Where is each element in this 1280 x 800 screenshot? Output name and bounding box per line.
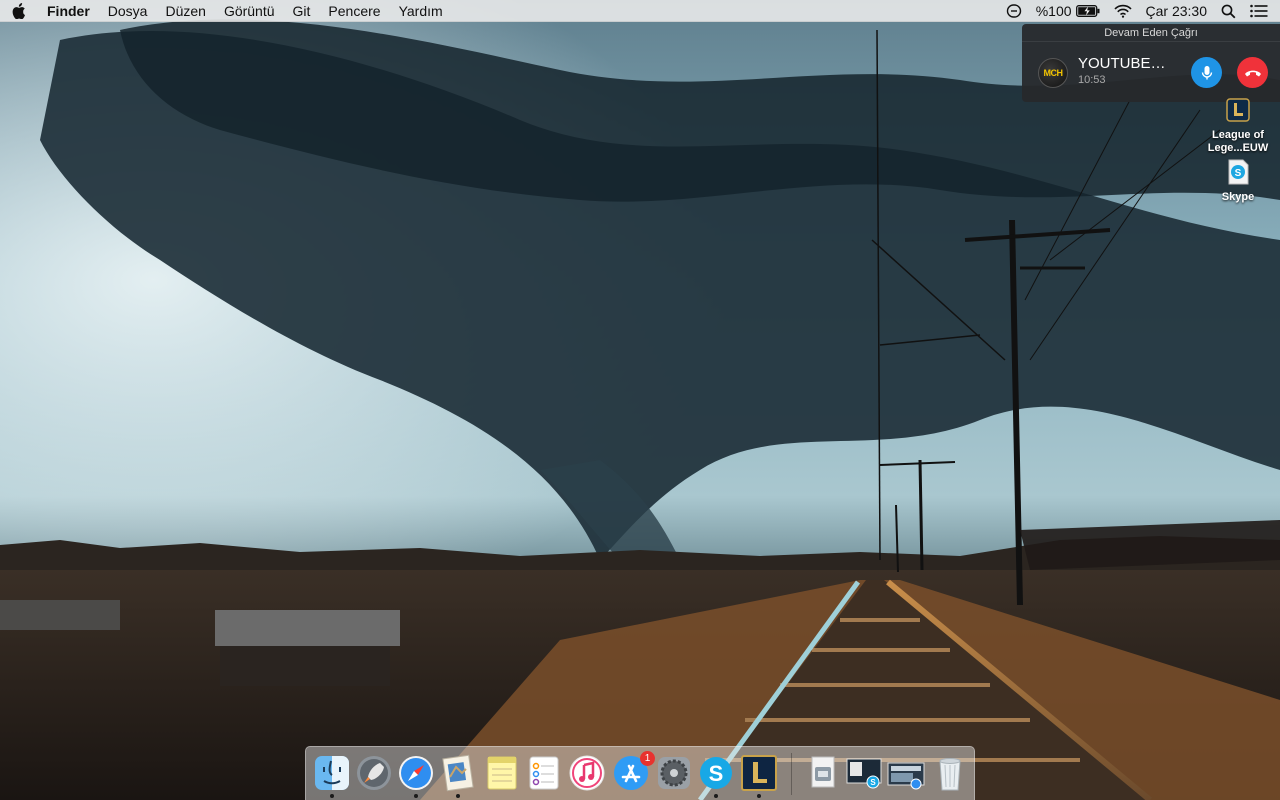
dock-reminders[interactable] — [524, 753, 564, 793]
dock-itunes[interactable] — [567, 753, 607, 793]
menu-edit[interactable]: Düzen — [156, 0, 214, 22]
caller-name: YOUTUBE… — [1078, 55, 1166, 72]
running-indicator — [330, 794, 334, 798]
trash-icon — [939, 758, 961, 791]
running-indicator — [714, 794, 718, 798]
downloads-stack-icon — [811, 756, 835, 788]
dock-separator — [791, 753, 792, 795]
desktop-icon-label: League of — [1212, 129, 1264, 141]
call-duration: 10:53 — [1078, 74, 1106, 86]
menu-go[interactable]: Git — [284, 0, 320, 22]
menu-file[interactable]: Dosya — [99, 0, 157, 22]
app-store-badge: 1 — [640, 751, 655, 766]
notes-icon — [487, 756, 517, 790]
skype-icon: S — [1228, 159, 1249, 185]
battery-charging-icon — [1075, 5, 1100, 17]
call-panel-header: Devam Eden Çağrı — [1022, 24, 1280, 42]
dock-notes[interactable] — [482, 753, 522, 793]
microphone-icon — [1201, 65, 1212, 79]
running-indicator — [414, 794, 418, 798]
dock-documents-stack[interactable] — [886, 753, 926, 793]
desktop-icon-label: Skype — [1221, 191, 1255, 203]
desktop-icon-label: Lege...EUW — [1207, 142, 1269, 154]
mail-icon — [442, 754, 474, 792]
launchpad-icon — [357, 756, 391, 790]
running-indicator — [757, 794, 761, 798]
mute-microphone-button[interactable] — [1191, 57, 1222, 88]
dock-launchpad[interactable] — [354, 753, 394, 793]
hang-up-phone-icon — [1244, 70, 1261, 76]
dock-finder[interactable] — [312, 753, 352, 793]
svg-text:S: S — [1235, 168, 1242, 179]
dock-league-of-legends[interactable] — [739, 753, 779, 793]
reminders-icon — [529, 756, 559, 790]
dock-app-store[interactable]: 1 — [611, 751, 655, 793]
battery-status[interactable]: %100 — [1029, 0, 1107, 22]
dock-downloads-stack[interactable] — [803, 753, 843, 793]
menu-clock[interactable]: Çar 23:30 — [1139, 0, 1214, 22]
desktop-icon-skype[interactable]: S Skype — [1203, 158, 1273, 204]
dock-mail[interactable] — [438, 753, 478, 793]
svg-text:S: S — [870, 778, 876, 787]
end-call-button[interactable] — [1237, 57, 1268, 88]
menu-bar: Finder Dosya Düzen Görüntü Git Pencere Y… — [0, 0, 1280, 22]
apple-menu-icon[interactable] — [0, 2, 38, 19]
system-preferences-icon — [658, 757, 690, 789]
dock: 1 S S — [305, 746, 975, 800]
skype-icon: S — [700, 757, 732, 789]
screenshot-stack-icon: S — [846, 758, 882, 789]
running-indicator — [456, 794, 460, 798]
battery-percent: %100 — [1035, 3, 1072, 19]
menu-view[interactable]: Görüntü — [215, 0, 284, 22]
dock-system-preferences[interactable] — [654, 753, 694, 793]
dock-screenshot-stack[interactable]: S — [844, 753, 884, 793]
desktop-icon-league-of-legends[interactable]: League of Lege...EUW — [1203, 96, 1273, 155]
dock-safari[interactable] — [396, 753, 436, 793]
finder-icon — [315, 756, 349, 790]
safari-icon — [399, 756, 433, 790]
spotlight-search-icon[interactable] — [1214, 4, 1243, 19]
ongoing-call-panel: Devam Eden Çağrı MCH YOUTUBE… 10:53 — [1022, 24, 1280, 102]
wifi-icon[interactable] — [1107, 4, 1139, 18]
do-not-disturb-icon[interactable] — [999, 3, 1029, 19]
menu-help[interactable]: Yardım — [390, 0, 452, 22]
itunes-icon — [569, 755, 605, 791]
svg-text:S: S — [709, 761, 724, 786]
desktop-wallpaper — [0, 0, 1280, 800]
notification-center-icon[interactable] — [1243, 4, 1280, 18]
caller-avatar: MCH — [1038, 58, 1068, 88]
menu-app-finder[interactable]: Finder — [38, 0, 99, 22]
documents-stack-icon — [887, 762, 925, 790]
dock-trash[interactable] — [930, 753, 970, 793]
league-of-legends-icon — [1226, 98, 1250, 122]
menu-window[interactable]: Pencere — [319, 0, 389, 22]
dock-skype[interactable]: S — [696, 753, 736, 793]
league-of-legends-icon — [741, 755, 777, 791]
